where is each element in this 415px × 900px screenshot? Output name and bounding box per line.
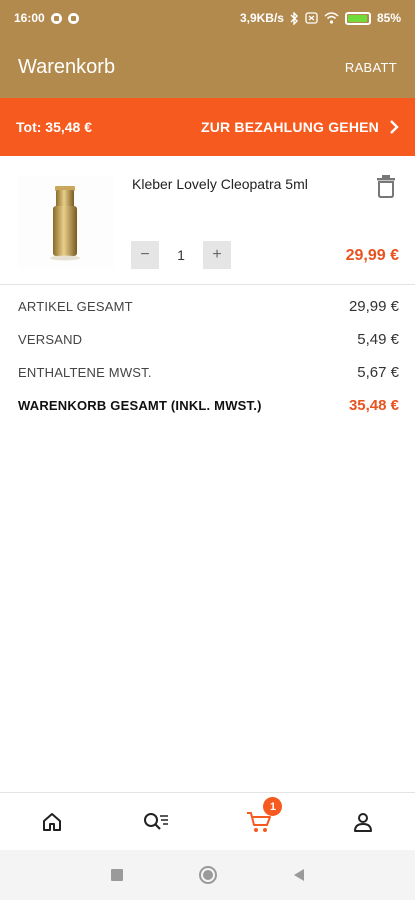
summary-label: ENTHALTENE MWST. [18,365,152,380]
discount-button[interactable]: RABATT [345,60,397,75]
summary-row-items: ARTIKEL GESAMT 29,99 € [18,298,399,315]
quantity-decrease-button[interactable]: − [131,241,159,269]
quantity-stepper: − 1 + [131,241,231,269]
summary-row-shipping: VERSAND 5,49 € [18,331,399,348]
quantity-increase-button[interactable]: + [203,241,231,269]
user-icon [354,812,373,832]
sim-off-icon [305,12,318,24]
app-notification-icon-2 [67,12,79,24]
bluetooth-icon [290,11,298,25]
nav-cart[interactable]: 1 [208,793,312,850]
cart-total-label: WARENKORB GESAMT (INKL. MWST.) [18,398,262,413]
summary-value: 5,67 € [357,364,399,381]
product-price: 29,99 € [345,247,399,264]
summary-label: ARTIKEL GESAMT [18,299,133,314]
back-icon[interactable] [292,868,306,882]
home-button-icon[interactable] [198,865,218,885]
battery-percent: 85% [376,11,401,25]
status-bar: 16:00 3,9KB/s 85% [0,0,415,36]
total-label: Tot: 35,48 € [16,119,92,135]
cart-badge: 1 [263,797,283,816]
network-speed: 3,9KB/s [239,11,284,25]
status-left: 16:00 [14,11,79,25]
divider [0,284,415,285]
checkout-bar: Tot: 35,48 € ZUR BEZAHLUNG GEHEN [0,98,415,156]
summary-value: 5,49 € [357,331,399,348]
nav-search[interactable] [104,793,208,850]
cart-total-value: 35,48 € [348,397,399,414]
battery-icon [344,11,371,25]
nav-account[interactable] [311,793,415,850]
status-right: 3,9KB/s 85% [240,11,401,25]
product-bottle-image [50,186,80,261]
product-image[interactable] [18,176,114,268]
summary-row-vat: ENTHALTENE MWST. 5,67 € [18,364,399,381]
checkout-button-label: ZUR BEZAHLUNG GEHEN [200,119,379,135]
home-icon [42,812,61,831]
quantity-value[interactable]: 1 [159,241,203,269]
battery-fill [347,14,367,22]
recent-apps-icon[interactable] [110,868,124,882]
trash-icon[interactable] [375,174,397,198]
app-notification-icon [50,12,62,24]
nav-home[interactable] [0,793,104,850]
page-title: Warenkorb [18,55,116,78]
summary-row-total: WARENKORB GESAMT (INKL. MWST.) 35,48 € [18,397,399,414]
summary-value: 29,99 € [348,298,399,315]
app-header: Warenkorb RABATT [0,36,415,98]
wifi-icon [324,12,339,24]
chevron-right-icon [390,120,399,134]
search-list-icon [143,812,168,830]
bottom-nav: 1 [0,792,415,850]
summary-label: VERSAND [18,332,83,347]
status-time: 16:00 [14,11,45,25]
system-nav-bar [0,850,415,900]
product-title[interactable]: Kleber Lovely Cleopatra 5ml [132,176,308,192]
checkout-button[interactable]: ZUR BEZAHLUNG GEHEN [201,119,399,135]
